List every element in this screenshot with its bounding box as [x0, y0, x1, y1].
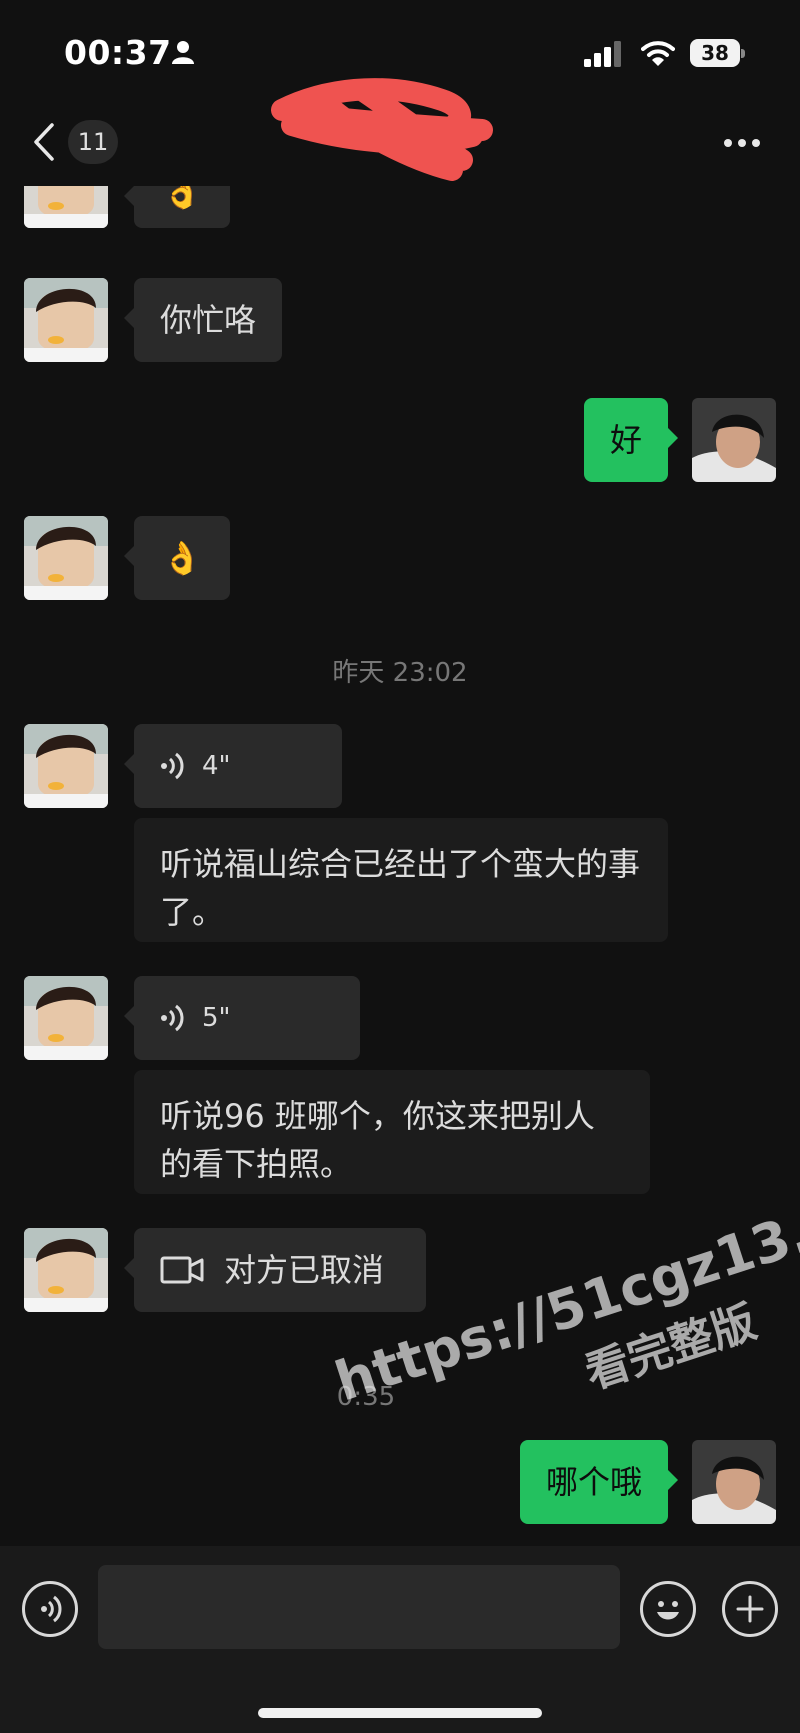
voice-wave-icon [161, 752, 184, 780]
more-actions-button[interactable] [722, 1581, 778, 1637]
voice-input-button[interactable] [22, 1581, 78, 1637]
message-bubble[interactable]: 你忙咯 [123, 278, 283, 362]
message-text: 好 [609, 421, 642, 459]
emoji-message: 👌 [162, 539, 202, 577]
unread-count-badge[interactable]: 11 [68, 120, 118, 164]
message-bubble[interactable]: 👌 [124, 186, 230, 228]
transcript-text: 听说96 班哪个，你这来把别人的看下拍照。 [160, 1097, 595, 1183]
voice-duration: 5" [202, 1003, 231, 1033]
transcript-text: 听说福山综合已经出了个蛮大的事了。 [160, 845, 641, 931]
contact-avatar[interactable] [24, 186, 108, 228]
voice-duration: 4" [202, 751, 231, 781]
my-avatar[interactable] [692, 398, 776, 482]
voice-transcript[interactable]: 听说福山综合已经出了个蛮大的事了。 [134, 818, 668, 942]
contact-avatar[interactable] [24, 724, 108, 808]
sent-message-bubble[interactable]: 哪个哦 [519, 1440, 679, 1524]
battery-level: 38 [701, 41, 729, 65]
plus-icon [736, 1595, 764, 1623]
voice-wave-icon [161, 1004, 184, 1032]
message-input[interactable] [98, 1565, 620, 1649]
composer-bar [0, 1546, 800, 1733]
contact-avatar[interactable] [24, 278, 108, 362]
clock: 00:37 [64, 33, 172, 72]
signal-icon [584, 41, 621, 67]
message-text: 哪个哦 [545, 1463, 642, 1501]
message-bubble[interactable]: 👌 [124, 516, 230, 600]
redacted-title [271, 78, 493, 181]
home-indicator[interactable] [258, 1708, 542, 1718]
battery-indicator: 38 [690, 39, 746, 67]
contact-avatar[interactable] [24, 1228, 108, 1312]
emoji-button[interactable] [640, 1581, 696, 1637]
more-icon[interactable] [722, 136, 762, 150]
time-divider: 昨天 23:02 [332, 658, 468, 688]
my-avatar[interactable] [692, 1440, 776, 1524]
message-text: 你忙咯 [160, 301, 257, 339]
contact-avatar[interactable] [24, 516, 108, 600]
voice-message-bubble[interactable]: 4" [124, 724, 342, 808]
wifi-icon [641, 41, 675, 66]
back-chevron-icon[interactable] [30, 122, 56, 162]
person-icon [172, 41, 194, 64]
sent-message-bubble[interactable]: 好 [583, 398, 679, 482]
video-camera-icon [160, 1256, 204, 1284]
contact-avatar[interactable] [24, 976, 108, 1060]
voice-input-icon [41, 1595, 62, 1623]
emoji-icon [657, 1601, 679, 1620]
voice-transcript[interactable]: 听说96 班哪个，你这来把别人的看下拍照。 [134, 1070, 650, 1194]
emoji-message: 👌 [162, 186, 202, 211]
voice-message-bubble[interactable]: 5" [124, 976, 360, 1060]
